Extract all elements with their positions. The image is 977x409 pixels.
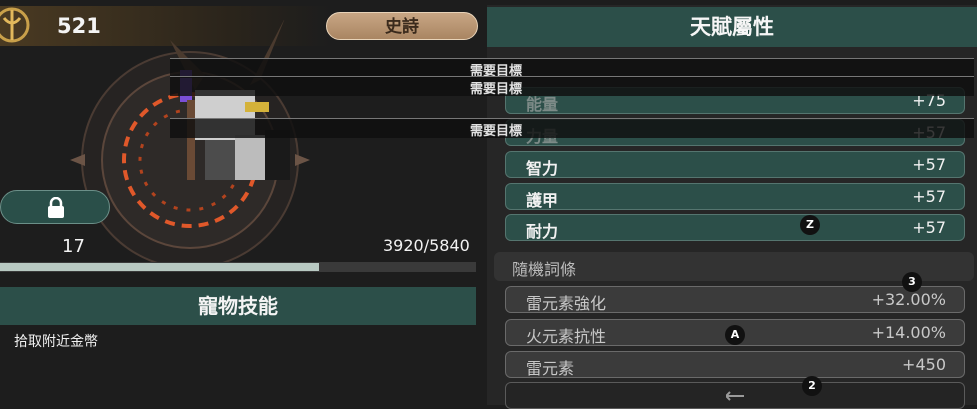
exp-bar-fill <box>0 263 319 271</box>
random-affix-title: 隨機詞條 <box>512 260 577 279</box>
affix-value: +450 <box>902 355 946 374</box>
affix-name: 雷元素 <box>526 359 575 378</box>
stat-name: 耐力 <box>526 222 559 241</box>
lock-button[interactable] <box>0 190 110 224</box>
marker-z: Z <box>800 215 820 235</box>
stat-name: 智力 <box>526 159 559 178</box>
exp-text: 3920/5840 <box>383 236 470 255</box>
stat-value: +57 <box>912 155 946 174</box>
stat-name: 護甲 <box>526 191 559 210</box>
swap-icon <box>726 391 744 401</box>
affix-row: 雷元素 +450 <box>505 351 965 378</box>
stat-value: +57 <box>912 218 946 237</box>
marker-2: 2 <box>802 376 822 396</box>
target-overlay-band: 需要目標 <box>170 118 974 139</box>
target-overlay-band: 需要目標 <box>170 58 974 79</box>
skill-description: 拾取附近金幣 <box>14 334 98 350</box>
stat-row-stamina: 耐力 +57 <box>505 214 965 241</box>
talent-header: 天賦屬性 <box>487 7 977 47</box>
crest-icon <box>0 7 30 43</box>
affix-name: 火元素抗性 <box>526 327 607 346</box>
affix-row: 雷元素強化 +32.00% <box>505 286 965 313</box>
affix-value: +32.00% <box>871 290 946 309</box>
affix-value: +14.00% <box>871 323 946 342</box>
target-label: 需要目標 <box>470 82 523 97</box>
lock-icon <box>48 197 64 218</box>
marker-a: A <box>725 325 745 345</box>
stat-row-armor: 護甲 +57 <box>505 183 965 210</box>
target-label: 需要目標 <box>470 124 523 139</box>
pet-level: 17 <box>62 236 85 257</box>
affix-name: 雷元素強化 <box>526 294 607 313</box>
target-overlay-band: 需要目標 <box>170 76 974 97</box>
random-affix-header: 隨機詞條 <box>494 252 974 281</box>
stat-row-intelligence: 智力 +57 <box>505 151 965 178</box>
marker-3: 3 <box>902 272 922 292</box>
skill-header: 寵物技能 <box>0 287 476 325</box>
stat-value: +57 <box>912 187 946 206</box>
